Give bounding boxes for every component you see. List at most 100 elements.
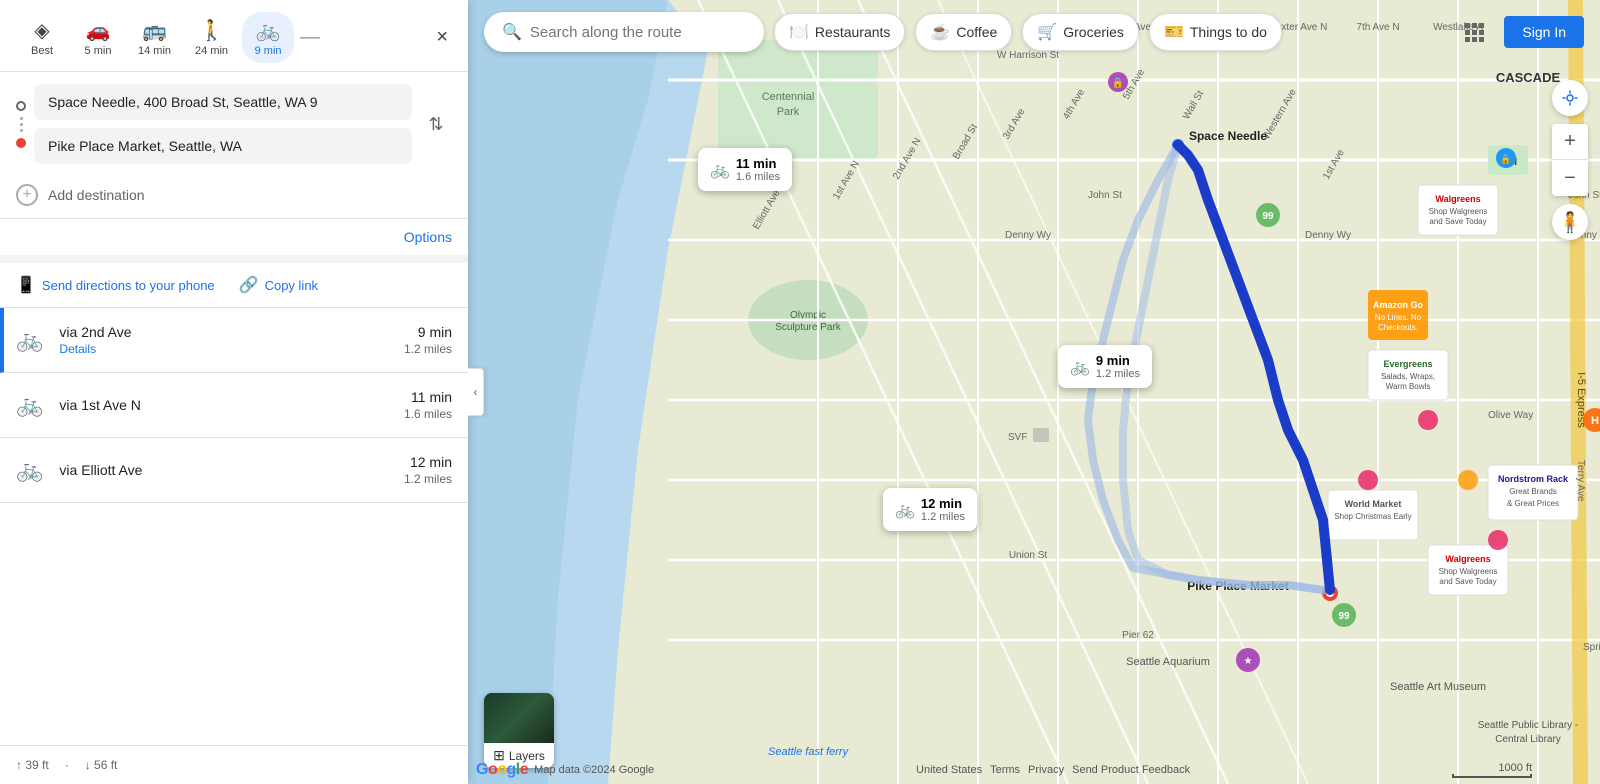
svg-text:Denny Wy: Denny Wy (1305, 230, 1351, 241)
svg-text:Denny Wy: Denny Wy (1005, 230, 1051, 241)
map-area: Centennial Park Olympic Sculpture Park (468, 0, 1600, 784)
bike-icon: 🚲 (256, 18, 281, 43)
transport-best[interactable]: ◈ Best (16, 12, 68, 63)
route-info-2: via 1st Ave N (59, 397, 404, 413)
drive-icon: 🚗 (86, 18, 111, 43)
transport-walk[interactable]: 🚶 24 min (185, 12, 238, 63)
pegman-button[interactable]: 🧍 (1552, 204, 1588, 240)
route-time-2: 11 min 1.6 miles (404, 389, 452, 421)
svg-text:Walgreens: Walgreens (1445, 554, 1490, 564)
groceries-label: Groceries (1063, 24, 1124, 40)
transport-transit[interactable]: 🚌 14 min (128, 12, 181, 63)
route-inputs: ⇅ (0, 72, 468, 176)
svg-text:99: 99 (1262, 211, 1274, 222)
svg-text:No Lines. No: No Lines. No (1375, 313, 1422, 322)
info-box-content-3: 12 min 1.2 miles (921, 496, 965, 523)
map-scale: 1000 ft (1452, 762, 1532, 778)
transport-bike[interactable]: 🚲 9 min (242, 12, 294, 63)
route-time-dist-1: 1.2 miles (404, 342, 452, 356)
map-footer-left: Google Map data ©2024 Google (476, 761, 654, 779)
svg-text:Shop Christmas Early: Shop Christmas Early (1334, 512, 1411, 521)
things-to-do-button[interactable]: 🎫 Things to do (1149, 13, 1282, 51)
collapse-panel-button[interactable]: ‹ (468, 368, 484, 416)
scale-bar (1452, 774, 1532, 778)
svg-text:Sculpture Park: Sculpture Park (775, 322, 842, 333)
footer-links: United States Terms Privacy Send Product… (916, 764, 1190, 776)
route-info-box-11min[interactable]: 🚲 11 min 1.6 miles (698, 148, 792, 191)
elevation-separator: · (65, 758, 69, 772)
coffee-label: Coffee (956, 24, 997, 40)
transport-drive-label: 5 min (85, 45, 112, 57)
destination-input[interactable] (34, 128, 412, 164)
transport-best-label: Best (31, 45, 53, 57)
route-bike-icon-3: 🚲 (16, 457, 43, 483)
left-panel: ◈ Best 🚗 5 min 🚌 14 min 🚶 24 min 🚲 9 min… (0, 0, 468, 784)
location-button[interactable] (1552, 80, 1588, 116)
restaurants-label: Restaurants (815, 24, 890, 40)
search-route-box[interactable]: 🔍 (484, 12, 764, 52)
close-button[interactable]: × (432, 22, 452, 53)
svg-text:Space Needle: Space Needle (1189, 129, 1267, 143)
route-time-main-3: 12 min (404, 454, 452, 470)
svg-text:Terry Ave: Terry Ave (1575, 460, 1586, 502)
footer-link-us[interactable]: United States (916, 764, 982, 776)
footer-link-terms[interactable]: Terms (990, 764, 1020, 776)
things-to-do-label: Things to do (1190, 24, 1267, 40)
svg-text:Park: Park (777, 106, 800, 118)
transport-bar: ◈ Best 🚗 5 min 🚌 14 min 🚶 24 min 🚲 9 min… (0, 0, 468, 72)
layers-thumbnail (484, 693, 554, 743)
route-item[interactable]: 🚲 via Elliott Ave 12 min 1.2 miles (0, 438, 468, 503)
svg-text:Centennial: Centennial (762, 91, 815, 103)
copy-link-button[interactable]: 🔗 Copy link (239, 275, 318, 295)
svg-text:Olive Way: Olive Way (1488, 410, 1533, 421)
route-info-1: via 2nd Ave Details (59, 324, 404, 356)
divider-2 (0, 255, 468, 263)
route-info-box-12min[interactable]: 🚲 12 min 1.2 miles (883, 488, 977, 531)
svg-text:John St: John St (1088, 190, 1122, 201)
transport-drive[interactable]: 🚗 5 min (72, 12, 124, 63)
route-detail-1[interactable]: Details (59, 342, 404, 356)
options-button[interactable]: Options (404, 229, 452, 245)
coffee-button[interactable]: ☕ Coffee (915, 13, 1012, 51)
info-box-time-2: 9 min (1096, 353, 1140, 368)
route-info-box-9min[interactable]: 🚲 9 min 1.2 miles (1058, 345, 1152, 388)
svg-text:Nordstrom Rack: Nordstrom Rack (1498, 474, 1569, 484)
origin-input[interactable] (34, 84, 412, 120)
route-fields (34, 84, 412, 164)
location-icon (1561, 89, 1579, 107)
route-time-1: 9 min 1.2 miles (404, 324, 452, 356)
swap-button[interactable]: ⇅ (420, 108, 452, 140)
send-directions-button[interactable]: 📱 Send directions to your phone (16, 275, 215, 295)
route-item[interactable]: 🚲 via 1st Ave N 11 min 1.6 miles (0, 373, 468, 438)
info-box-dist: 1.6 miles (736, 171, 780, 183)
add-destination-label: Add destination (48, 187, 145, 203)
copyright-text: Map data ©2024 Google (534, 764, 654, 776)
footer-link-feedback[interactable]: Send Product Feedback (1072, 764, 1190, 776)
elevation-row: ↑ 39 ft · ↓ 56 ft (0, 745, 468, 784)
things-to-do-icon: 🎫 (1164, 22, 1184, 42)
zoom-controls: + − (1552, 124, 1588, 196)
route-bike-icon-2: 🚲 (16, 392, 43, 418)
route-list: 🚲 via 2nd Ave Details 9 min 1.2 miles 🚲 … (0, 308, 468, 745)
sign-in-button[interactable]: Sign In (1504, 16, 1584, 48)
svg-text:Shop Walgreens: Shop Walgreens (1439, 567, 1498, 576)
svg-text:Amazon Go: Amazon Go (1373, 300, 1424, 310)
add-destination[interactable]: + Add destination (0, 176, 468, 218)
transit-icon: 🚌 (142, 18, 167, 43)
svg-text:Walgreens: Walgreens (1435, 194, 1480, 204)
route-name-3: via Elliott Ave (59, 462, 404, 478)
map-footer: Google Map data ©2024 Google United Stat… (468, 756, 1600, 784)
route-time-dist-2: 1.6 miles (404, 407, 452, 421)
apps-button[interactable] (1456, 14, 1492, 50)
zoom-out-button[interactable]: − (1552, 160, 1588, 196)
route-item[interactable]: 🚲 via 2nd Ave Details 9 min 1.2 miles (0, 308, 468, 373)
transport-transit-label: 14 min (138, 45, 171, 57)
footer-link-privacy[interactable]: Privacy (1028, 764, 1064, 776)
zoom-in-button[interactable]: + (1552, 124, 1588, 160)
svg-text:Warm Bowls: Warm Bowls (1386, 382, 1431, 391)
search-route-input[interactable] (530, 24, 730, 41)
svg-text:H: H (1591, 415, 1599, 427)
groceries-button[interactable]: 🛒 Groceries (1022, 13, 1139, 51)
info-box-dist-2: 1.2 miles (1096, 368, 1140, 380)
restaurants-button[interactable]: 🍽️ Restaurants (774, 13, 905, 51)
